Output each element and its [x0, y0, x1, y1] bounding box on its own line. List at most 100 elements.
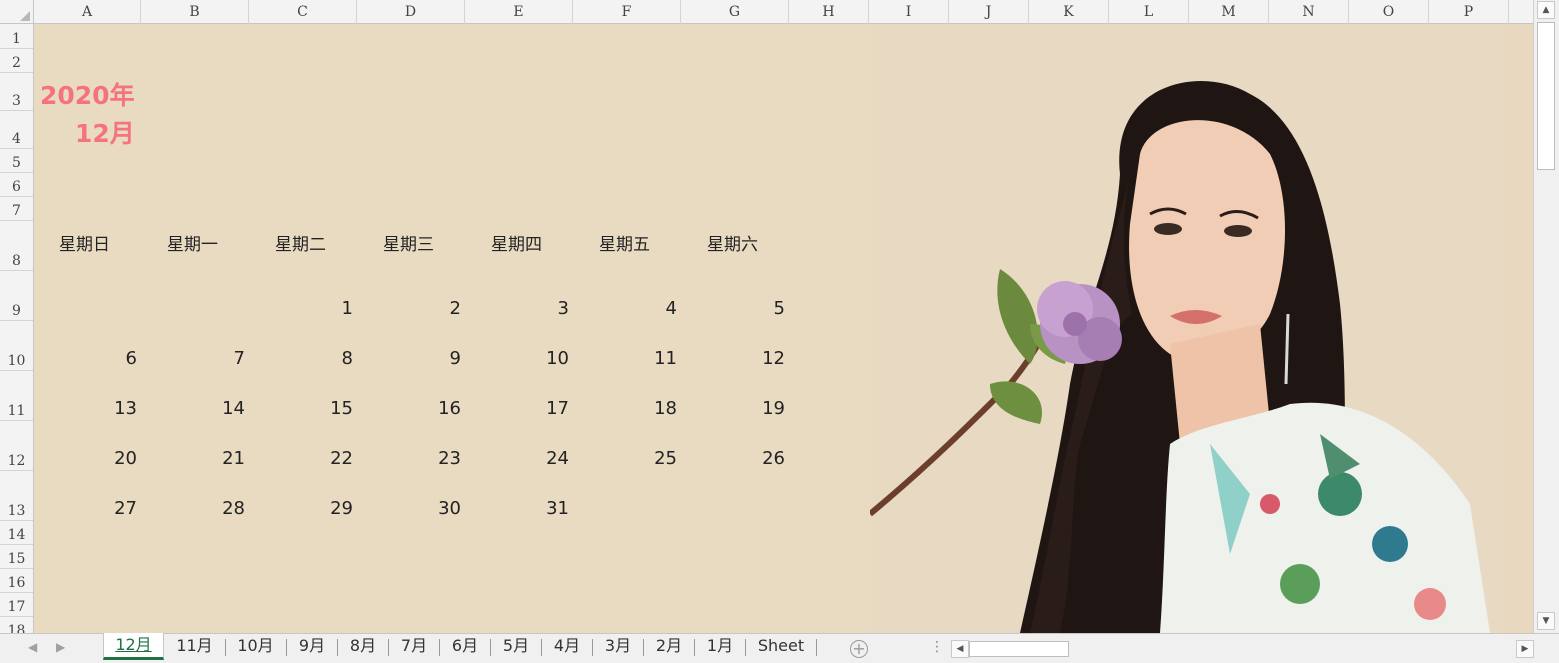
tab-scroll-right-icon[interactable]: ▶ [56, 640, 65, 654]
sheet-tab-11[interactable]: 11月 [166, 634, 223, 660]
column-header-j[interactable]: J [949, 0, 1029, 24]
column-header-n[interactable]: N [1269, 0, 1349, 24]
calendar-day-cell[interactable]: 15 [250, 398, 358, 419]
scroll-left-button[interactable]: ◀ [951, 640, 969, 658]
row-header-3[interactable]: 3 [0, 73, 33, 111]
column-header-a[interactable]: A [34, 0, 141, 24]
calendar-day-cell[interactable]: 29 [250, 498, 358, 519]
calendar-day-cell[interactable]: 21 [142, 448, 250, 469]
select-all-corner[interactable] [0, 0, 34, 24]
calendar-day-cell[interactable]: 18 [574, 398, 682, 419]
row-header-6[interactable]: 6 [0, 173, 33, 197]
calendar-day-cell[interactable]: 14 [142, 398, 250, 419]
calendar-day-cell[interactable]: 13 [34, 398, 142, 419]
sheet-tab-5[interactable]: 5月 [492, 634, 540, 660]
column-header-k[interactable]: K [1029, 0, 1109, 24]
row-header-8[interactable]: 8 [0, 221, 33, 271]
calendar-day-cell[interactable]: 12 [682, 348, 790, 369]
row-header-11[interactable]: 11 [0, 371, 33, 421]
sheet-tab-sheet[interactable]: Sheet [747, 634, 815, 660]
calendar-day-cell[interactable]: 5 [682, 298, 790, 319]
calendar-day-cell[interactable]: 9 [358, 348, 466, 369]
calendar-day-cell[interactable]: 3 [466, 298, 574, 319]
horizontal-scrollbar[interactable]: ◀ ▶ [951, 639, 1535, 659]
tab-scroll-left-icon[interactable]: ◀ [28, 640, 37, 654]
sheet-tab-12[interactable]: 12月 [103, 633, 164, 660]
column-header-c[interactable]: C [249, 0, 357, 24]
vertical-scroll-thumb[interactable] [1537, 22, 1555, 170]
row-header-1[interactable]: 1 [0, 24, 33, 49]
sheet-tab-10[interactable]: 10月 [227, 634, 284, 660]
calendar-day-cell[interactable]: 27 [34, 498, 142, 519]
sheet-tab-4[interactable]: 4月 [543, 634, 591, 660]
tab-separator [388, 639, 389, 656]
row-header-17[interactable]: 17 [0, 593, 33, 617]
select-all-triangle-icon [20, 11, 30, 21]
add-sheet-icon[interactable]: + [850, 640, 868, 658]
column-header-b[interactable]: B [141, 0, 249, 24]
row-header-10[interactable]: 10 [0, 321, 33, 371]
calendar-day-cell[interactable]: 17 [466, 398, 574, 419]
row-header-15[interactable]: 15 [0, 545, 33, 569]
calendar-day-cell[interactable]: 2 [358, 298, 466, 319]
sheet-tab-9[interactable]: 9月 [288, 634, 336, 660]
calendar-day-cell[interactable]: 19 [682, 398, 790, 419]
calendar-day-cell[interactable]: 28 [142, 498, 250, 519]
column-header-e[interactable]: E [465, 0, 573, 24]
sheet-tab-6[interactable]: 6月 [441, 634, 489, 660]
sheet-tab-3[interactable]: 3月 [594, 634, 642, 660]
horizontal-scroll-thumb[interactable] [969, 641, 1069, 657]
column-header-d[interactable]: D [357, 0, 465, 24]
portrait-illustration [870, 24, 1502, 633]
sheet-tab-bar: ◀ ▶ 12月 11月 10月 9月 8月 7月 6月 5月 4月 3月 2月 … [0, 633, 1559, 663]
column-header-g[interactable]: G [681, 0, 789, 24]
vertical-scrollbar[interactable]: ▲ ▼ [1533, 0, 1559, 633]
row-header-14[interactable]: 14 [0, 521, 33, 545]
row-header-5[interactable]: 5 [0, 149, 33, 173]
column-header-l[interactable]: L [1109, 0, 1189, 24]
calendar-day-cell[interactable]: 24 [466, 448, 574, 469]
column-header-bar: A B C D E F G H I J K L M N O P [0, 0, 1533, 24]
column-header-p[interactable]: P [1429, 0, 1509, 24]
sheet-tab-2[interactable]: 2月 [645, 634, 693, 660]
row-header-9[interactable]: 9 [0, 271, 33, 321]
portrait-photo[interactable] [870, 24, 1502, 633]
calendar-day-cell[interactable]: 8 [250, 348, 358, 369]
calendar-day-cell[interactable]: 10 [466, 348, 574, 369]
column-header-o[interactable]: O [1349, 0, 1429, 24]
calendar-day-cell[interactable]: 1 [250, 298, 358, 319]
calendar-day-cell[interactable]: 4 [574, 298, 682, 319]
calendar-day-cell[interactable]: 6 [34, 348, 142, 369]
scroll-down-button[interactable]: ▼ [1537, 612, 1555, 630]
calendar-day-cell[interactable]: 31 [466, 498, 574, 519]
calendar-day-cell[interactable]: 11 [574, 348, 682, 369]
calendar-day-cell[interactable]: 30 [358, 498, 466, 519]
tab-separator [225, 639, 226, 656]
scroll-right-button[interactable]: ▶ [1516, 640, 1534, 658]
calendar-day-cell[interactable]: 25 [574, 448, 682, 469]
splitter-handle-icon[interactable]: ⋮ [930, 639, 944, 655]
row-header-16[interactable]: 16 [0, 569, 33, 593]
calendar-day-cell[interactable]: 7 [142, 348, 250, 369]
calendar-day-cell[interactable]: 26 [682, 448, 790, 469]
column-header-h[interactable]: H [789, 0, 869, 24]
calendar-day-cell[interactable]: 22 [250, 448, 358, 469]
calendar-day-cell[interactable]: 20 [34, 448, 142, 469]
row-header-7[interactable]: 7 [0, 197, 33, 221]
sheet-tab-7[interactable]: 7月 [390, 634, 438, 660]
sheet-tab-1[interactable]: 1月 [696, 634, 744, 660]
row-header-12[interactable]: 12 [0, 421, 33, 471]
row-header-4[interactable]: 4 [0, 111, 33, 149]
calendar-day-cell[interactable]: 16 [358, 398, 466, 419]
row-header-18[interactable]: 18 [0, 617, 33, 633]
column-header-f[interactable]: F [573, 0, 681, 24]
sheet-tab-8[interactable]: 8月 [339, 634, 387, 660]
worksheet-grid[interactable]: 2020年 12月 星期日 星期一 星期二 星期三 星期四 星期五 星期六 1 … [34, 24, 1533, 633]
column-header-m[interactable]: M [1189, 0, 1269, 24]
column-header-i[interactable]: I [869, 0, 949, 24]
row-header-13[interactable]: 13 [0, 471, 33, 521]
row-header-2[interactable]: 2 [0, 49, 33, 73]
tab-separator [643, 639, 644, 656]
scroll-up-button[interactable]: ▲ [1537, 1, 1555, 19]
calendar-day-cell[interactable]: 23 [358, 448, 466, 469]
